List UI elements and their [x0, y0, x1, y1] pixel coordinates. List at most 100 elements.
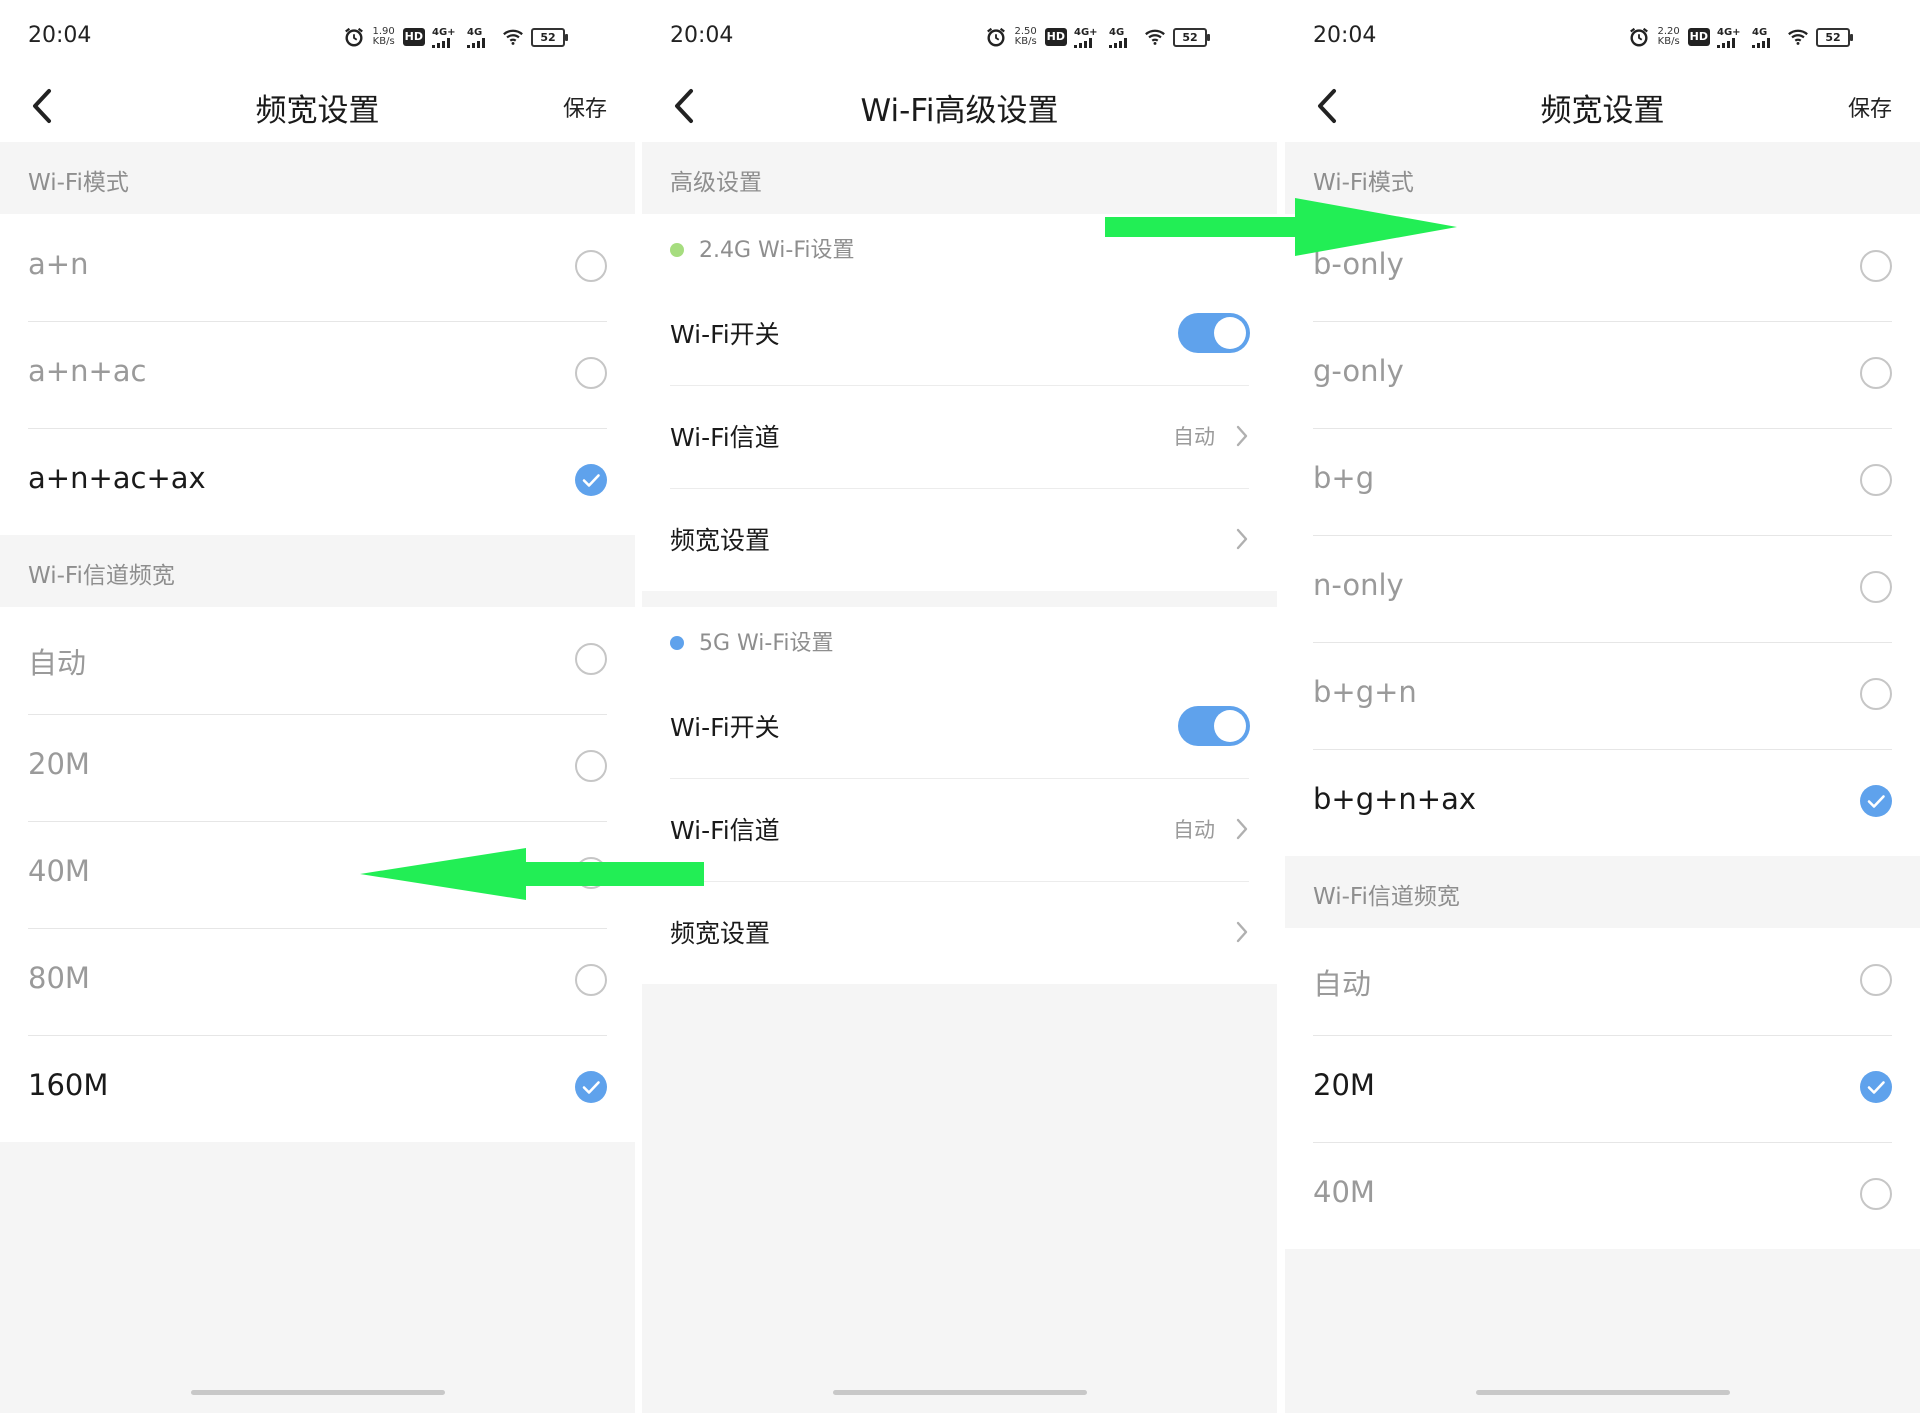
option-auto[interactable]: 自动	[1285, 928, 1920, 1035]
radio-button[interactable]	[1860, 357, 1892, 389]
radio-button[interactable]	[575, 750, 607, 782]
signal-4g: 4G	[1752, 27, 1780, 48]
nav-bar: Wi-Fi高级设置	[642, 72, 1277, 142]
checkmark-icon[interactable]	[1860, 785, 1892, 817]
status-bar: 20:04 2.20 KB/s HD 4G+ 4G 52	[1285, 0, 1920, 72]
back-button[interactable]	[1309, 86, 1349, 126]
home-indicator[interactable]	[1475, 1390, 1730, 1395]
section-header-wifi-mode: Wi-Fi模式	[0, 142, 635, 214]
status-time: 20:04	[28, 23, 92, 48]
radio-button[interactable]	[1860, 250, 1892, 282]
signal-4g-plus: 4G+	[1074, 27, 1102, 48]
wifi-icon	[502, 26, 524, 48]
option-n-only[interactable]: n-only	[1285, 535, 1920, 642]
radio-button[interactable]	[575, 250, 607, 282]
radio-button[interactable]	[1860, 464, 1892, 496]
alarm-clock-icon	[1628, 26, 1650, 48]
nav-bar: 频宽设置 保存	[0, 72, 635, 142]
page-title: Wi-Fi高级设置	[860, 93, 1059, 129]
wifi-icon	[1787, 26, 1809, 48]
signal-4g-plus: 4G+	[1717, 27, 1745, 48]
wifi-icon	[1144, 26, 1166, 48]
home-indicator[interactable]	[190, 1390, 445, 1395]
alarm-clock-icon	[343, 26, 365, 48]
battery-icon: 52	[1173, 27, 1210, 47]
alarm-clock-icon	[985, 26, 1007, 48]
status-dot	[670, 636, 684, 650]
nav-bar: 频宽设置 保存	[1285, 72, 1920, 142]
status-time: 20:04	[1313, 23, 1377, 48]
status-bar: 20:04 2.50 KB/s HD 4G+ 4G 52	[642, 0, 1277, 72]
page-title: 频宽设置	[1540, 93, 1665, 129]
radio-button[interactable]	[1860, 571, 1892, 603]
option-b-g-n-ax[interactable]: b+g+n+ax	[1285, 749, 1920, 856]
hd-badge: HD	[402, 28, 425, 46]
save-button[interactable]: 保存	[1848, 91, 1892, 123]
toggle-knob	[1214, 710, 1246, 742]
section-header-channel-bandwidth: Wi-Fi信道频宽	[0, 535, 635, 607]
option-20m[interactable]: 20M	[0, 714, 635, 821]
option-a-n[interactable]: a+n	[0, 214, 635, 321]
annotation-arrow-left	[360, 848, 704, 900]
home-indicator[interactable]	[832, 1390, 1087, 1395]
signal-4g: 4G	[1109, 27, 1137, 48]
battery-icon: 52	[1816, 27, 1853, 47]
signal-4g-plus: 4G+	[432, 27, 460, 48]
checkmark-icon[interactable]	[575, 1071, 607, 1103]
bandwidth-settings-screen-5g: 20:04 1.90 KB/s HD 4G+ 4G 52 频宽设置 保存 Wi-F…	[0, 0, 635, 1413]
annotation-arrow-right	[1105, 198, 1457, 256]
battery-icon: 52	[531, 27, 568, 47]
status-time: 20:04	[670, 23, 734, 48]
option-20m[interactable]: 20M	[1285, 1035, 1920, 1142]
radio-button[interactable]	[1860, 964, 1892, 996]
network-speed: 2.20 KB/s	[1657, 26, 1680, 47]
network-speed: 1.90 KB/s	[372, 26, 395, 47]
option-80m[interactable]: 80M	[0, 928, 635, 1035]
radio-button[interactable]	[575, 357, 607, 389]
option-auto[interactable]: 自动	[0, 607, 635, 714]
radio-button[interactable]	[1860, 678, 1892, 710]
network-speed: 2.50 KB/s	[1014, 26, 1037, 47]
checkmark-icon[interactable]	[575, 464, 607, 496]
option-b-g-n[interactable]: b+g+n	[1285, 642, 1920, 749]
option-g-only[interactable]: g-only	[1285, 321, 1920, 428]
status-dot	[670, 243, 684, 257]
hd-badge: HD	[1687, 28, 1710, 46]
wifi-mode-options: b-only g-only b+g n-only b+g+n b+g+n+ax	[1285, 214, 1920, 856]
group-2-4g: 2.4G Wi-Fi设置 Wi-Fi开关 Wi-Fi信道 自动 频宽设置	[642, 214, 1277, 591]
row-wifi-channel-5g[interactable]: Wi-Fi信道 自动	[642, 778, 1277, 881]
save-button[interactable]: 保存	[563, 91, 607, 123]
option-160m[interactable]: 160M	[0, 1035, 635, 1142]
chevron-right-icon	[1233, 816, 1251, 842]
option-40m[interactable]: 40M	[1285, 1142, 1920, 1249]
wifi-mode-options: a+n a+n+ac a+n+ac+ax	[0, 214, 635, 535]
chevron-right-icon	[1233, 526, 1251, 552]
row-bandwidth-2-4g[interactable]: 频宽设置	[642, 488, 1277, 591]
option-a-n-ac-ax[interactable]: a+n+ac+ax	[0, 428, 635, 535]
channel-bandwidth-options: 自动 20M 40M	[1285, 928, 1920, 1249]
checkmark-icon[interactable]	[1860, 1071, 1892, 1103]
hd-badge: HD	[1044, 28, 1067, 46]
signal-4g: 4G	[467, 27, 495, 48]
chevron-right-icon	[1233, 423, 1251, 449]
radio-button[interactable]	[1860, 1178, 1892, 1210]
row-wifi-switch-2-4g[interactable]: Wi-Fi开关	[642, 282, 1277, 385]
section-header-channel-bandwidth: Wi-Fi信道频宽	[1285, 856, 1920, 928]
radio-button[interactable]	[575, 643, 607, 675]
row-bandwidth-5g[interactable]: 频宽设置	[642, 881, 1277, 984]
row-wifi-channel-2-4g[interactable]: Wi-Fi信道 自动	[642, 385, 1277, 488]
back-button[interactable]	[666, 86, 706, 126]
back-button[interactable]	[24, 86, 64, 126]
option-b-g[interactable]: b+g	[1285, 428, 1920, 535]
toggle-knob	[1214, 317, 1246, 349]
radio-button[interactable]	[575, 964, 607, 996]
group-5g: 5G Wi-Fi设置 Wi-Fi开关 Wi-Fi信道 自动 频宽设置	[642, 607, 1277, 984]
wifi-toggle-5g[interactable]	[1178, 706, 1250, 746]
option-a-n-ac[interactable]: a+n+ac	[0, 321, 635, 428]
chevron-right-icon	[1233, 919, 1251, 945]
row-wifi-switch-5g[interactable]: Wi-Fi开关	[642, 675, 1277, 778]
status-bar: 20:04 1.90 KB/s HD 4G+ 4G 52	[0, 0, 635, 72]
wifi-toggle-2-4g[interactable]	[1178, 313, 1250, 353]
page-title: 频宽设置	[255, 93, 380, 129]
group-5g-header: 5G Wi-Fi设置	[642, 607, 1277, 675]
